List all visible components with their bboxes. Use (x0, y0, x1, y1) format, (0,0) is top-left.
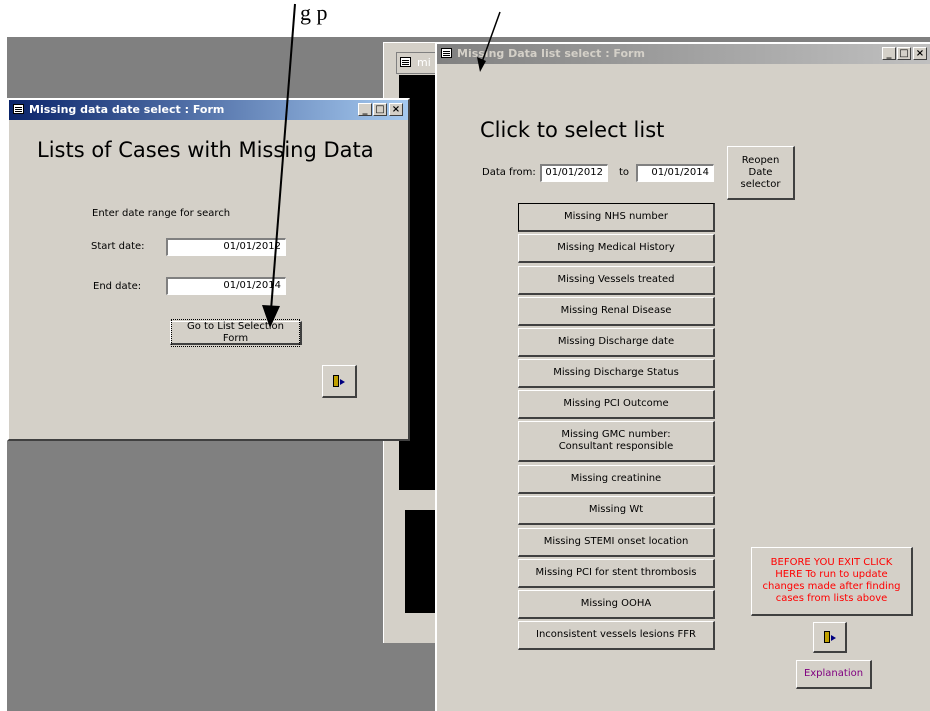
list-button-missing-gmc-number[interactable]: Missing GMC number: Consultant responsib… (518, 421, 715, 462)
window-title: Missing Data list select : Form (457, 47, 645, 60)
list-button-missing-pci-for-stent-thrombosis[interactable]: Missing PCI for stent thrombosis (518, 559, 715, 588)
before-exit-update-button[interactable]: BEFORE YOU EXIT CLICK HERE To run to upd… (751, 547, 913, 616)
list-button-missing-ooha[interactable]: Missing OOHA (518, 590, 715, 619)
list-button-missing-creatinine[interactable]: Missing creatinine (518, 465, 715, 494)
minimize-button[interactable]: _ (882, 47, 896, 60)
maximize-button[interactable]: □ (897, 47, 911, 60)
reopen-date-selector-button[interactable]: Reopen Date selector (727, 146, 795, 200)
to-label: to (619, 167, 630, 178)
form-icon (13, 104, 24, 114)
end-date-field[interactable]: 01/01/2014 (166, 277, 286, 295)
exit-door-icon (823, 630, 837, 644)
maximize-button[interactable]: □ (373, 103, 387, 116)
date-select-window: Missing data date select : Form _ □ × Li… (7, 98, 410, 441)
explanation-button[interactable]: Explanation (796, 660, 872, 689)
list-button-missing-nhs-number[interactable]: Missing NHS number (518, 203, 715, 232)
exit-button[interactable] (322, 365, 357, 398)
form-heading: Lists of Cases with Missing Data (37, 138, 374, 162)
instruction-label: Enter date range for search (92, 208, 231, 219)
list-button-missing-pci-outcome[interactable]: Missing PCI Outcome (518, 390, 715, 419)
list-button-missing-vessels-treated[interactable]: Missing Vessels treated (518, 266, 715, 295)
list-button-missing-medical-history[interactable]: Missing Medical History (518, 234, 715, 263)
form-heading: Click to select list (480, 118, 665, 142)
list-select-titlebar[interactable]: Missing Data list select : Form _ □ × (437, 44, 930, 64)
list-button-missing-renal-disease[interactable]: Missing Renal Disease (518, 297, 715, 326)
list-button-inconsistent-vessels-lesions-ffr[interactable]: Inconsistent vessels lesions FFR (518, 621, 715, 650)
close-button[interactable]: × (389, 103, 403, 116)
list-button-missing-discharge-status[interactable]: Missing Discharge Status (518, 359, 715, 388)
end-date-label: End date: (93, 281, 142, 292)
form-icon (441, 48, 452, 58)
list-button-missing-discharge-date[interactable]: Missing Discharge date (518, 328, 715, 357)
minimize-button[interactable]: _ (358, 103, 372, 116)
from-date-field[interactable]: 01/01/2012 (540, 164, 608, 182)
list-select-window: Missing Data list select : Form _ □ × Cl… (435, 42, 930, 711)
go-to-list-selection-button[interactable]: Go to List Selection Form (170, 318, 302, 347)
list-button-missing-stemi-onset-location[interactable]: Missing STEMI onset location (518, 528, 715, 557)
form-icon (400, 57, 411, 67)
date-select-titlebar[interactable]: Missing data date select : Form _ □ × (9, 100, 408, 120)
to-date-field[interactable]: 01/01/2014 (636, 164, 714, 182)
background-black-panel-lower (405, 510, 439, 613)
annotation-caption: g p (300, 0, 328, 25)
close-button[interactable]: × (913, 47, 927, 60)
window-title: Missing data date select : Form (29, 103, 225, 116)
data-from-label: Data from: (482, 167, 536, 178)
exit-door-icon (332, 374, 346, 388)
exit-button[interactable] (813, 622, 847, 653)
list-button-missing-wt[interactable]: Missing Wt (518, 496, 715, 525)
start-date-field[interactable]: 01/01/2012 (166, 238, 286, 256)
start-date-label: Start date: (91, 241, 145, 252)
